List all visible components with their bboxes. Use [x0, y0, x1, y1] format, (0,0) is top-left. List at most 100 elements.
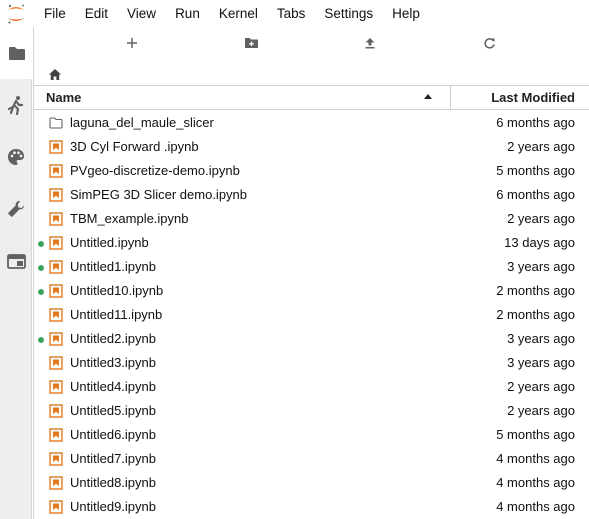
notebook-icon	[49, 188, 63, 202]
file-last-modified: 5 months ago	[496, 427, 575, 442]
listing-header: Name Last Modified	[34, 86, 589, 110]
file-name: Untitled9.ipynb	[70, 499, 156, 514]
file-last-modified: 2 years ago	[507, 211, 575, 226]
home-icon[interactable]	[48, 68, 62, 81]
notebook-icon	[49, 500, 63, 514]
file-row[interactable]: Untitled2.ipynb 3 years ago	[34, 327, 589, 351]
menu-edit[interactable]: Edit	[85, 6, 108, 21]
new-launcher-button[interactable]	[120, 34, 144, 52]
file-list: laguna_del_maule_slicer 6 months ago 3D Cy…	[34, 111, 589, 519]
file-name: Untitled4.ipynb	[70, 379, 156, 394]
wrench-icon	[8, 201, 24, 217]
menu-view[interactable]: View	[127, 6, 156, 21]
refresh-button[interactable]	[477, 34, 501, 52]
file-row[interactable]: Untitled7.ipynb 4 months ago	[34, 447, 589, 471]
tabs-icon	[6, 253, 26, 269]
running-indicator-icon	[38, 337, 44, 343]
new-launcher-icon	[127, 38, 137, 48]
folder-icon	[49, 117, 63, 129]
file-name: Untitled2.ipynb	[70, 331, 156, 346]
notebook-icon	[49, 140, 63, 154]
file-name: Untitled8.ipynb	[70, 475, 156, 490]
notebook-icon	[49, 428, 63, 442]
menu-tabs[interactable]: Tabs	[277, 6, 306, 21]
file-row[interactable]: 3D Cyl Forward .ipynb 2 years ago	[34, 135, 589, 159]
file-row[interactable]: laguna_del_maule_slicer 6 months ago	[34, 111, 589, 135]
notebook-icon	[49, 284, 63, 298]
file-row[interactable]: Untitled4.ipynb 2 years ago	[34, 375, 589, 399]
notebook-icon	[49, 236, 63, 250]
file-row[interactable]: TBM_example.ipynb 2 years ago	[34, 207, 589, 231]
last-modified-column-header[interactable]: Last Modified	[491, 90, 575, 105]
running-sessions-tab[interactable]	[0, 79, 32, 131]
file-row[interactable]: PVgeo-discretize-demo.ipynb 5 months ago	[34, 159, 589, 183]
file-last-modified: 3 years ago	[507, 259, 575, 274]
notebook-icon	[49, 332, 63, 346]
file-last-modified: 3 years ago	[507, 331, 575, 346]
file-row[interactable]: Untitled6.ipynb 5 months ago	[34, 423, 589, 447]
file-name: Untitled3.ipynb	[70, 355, 156, 370]
file-last-modified: 2 years ago	[507, 403, 575, 418]
file-browser-panel: Name Last Modified laguna_del_maule_slic…	[33, 27, 589, 519]
file-name: Untitled5.ipynb	[70, 403, 156, 418]
running-indicator-icon	[38, 289, 44, 295]
upload-icon	[365, 38, 375, 49]
jupyter-logo-icon[interactable]	[6, 3, 26, 25]
file-row[interactable]: Untitled.ipynb 13 days ago	[34, 231, 589, 255]
notebook-icon	[49, 452, 63, 466]
file-listing: Name Last Modified laguna_del_maule_slic…	[34, 85, 589, 519]
file-row[interactable]: Untitled3.ipynb 3 years ago	[34, 351, 589, 375]
file-row[interactable]: Untitled10.ipynb 2 months ago	[34, 279, 589, 303]
file-row[interactable]: Untitled11.ipynb 2 months ago	[34, 303, 589, 327]
menu-settings[interactable]: Settings	[324, 6, 373, 21]
file-name: Untitled7.ipynb	[70, 451, 156, 466]
open-tabs-tab[interactable]	[0, 235, 32, 287]
extensions-tab[interactable]	[0, 183, 32, 235]
file-last-modified: 3 years ago	[507, 355, 575, 370]
breadcrumb	[48, 65, 62, 83]
file-name: laguna_del_maule_slicer	[70, 115, 214, 130]
name-column-header[interactable]: Name	[46, 90, 81, 105]
file-last-modified: 13 days ago	[504, 235, 575, 250]
file-last-modified: 4 months ago	[496, 499, 575, 514]
file-row[interactable]: Untitled8.ipynb 4 months ago	[34, 471, 589, 495]
new-folder-icon	[244, 38, 258, 48]
file-browser-toolbar	[34, 27, 589, 59]
file-last-modified: 4 months ago	[496, 475, 575, 490]
file-name: Untitled6.ipynb	[70, 427, 156, 442]
file-row[interactable]: Untitled1.ipynb 3 years ago	[34, 255, 589, 279]
notebook-icon	[49, 380, 63, 394]
file-name: Untitled.ipynb	[70, 235, 149, 250]
upload-button[interactable]	[358, 34, 382, 52]
menu-kernel[interactable]: Kernel	[219, 6, 258, 21]
file-name: Untitled1.ipynb	[70, 259, 156, 274]
menu-help[interactable]: Help	[392, 6, 420, 21]
notebook-icon	[49, 308, 63, 322]
file-row[interactable]: SimPEG 3D Slicer demo.ipynb 6 months ago	[34, 183, 589, 207]
file-row[interactable]: Untitled9.ipynb 4 months ago	[34, 495, 589, 519]
notebook-icon	[49, 260, 63, 274]
notebook-icon	[49, 404, 63, 418]
file-browser-tab[interactable]	[0, 27, 33, 79]
file-name: TBM_example.ipynb	[70, 211, 189, 226]
column-divider[interactable]	[450, 86, 451, 110]
file-name: SimPEG 3D Slicer demo.ipynb	[70, 187, 248, 202]
left-sidebar	[0, 27, 33, 519]
property-inspector-tab[interactable]	[0, 131, 32, 183]
new-folder-button[interactable]	[239, 34, 263, 52]
file-last-modified: 2 months ago	[496, 283, 575, 298]
file-row[interactable]: Untitled5.ipynb 2 years ago	[34, 399, 589, 423]
refresh-icon	[483, 37, 495, 49]
menu-run[interactable]: Run	[175, 6, 200, 21]
notebook-icon	[49, 164, 63, 178]
menu-bar: File Edit View Run Kernel Tabs Settings Help	[0, 0, 589, 27]
notebook-icon	[49, 356, 63, 370]
folder-icon	[8, 46, 25, 60]
file-name: Untitled10.ipynb	[70, 283, 164, 298]
palette-icon	[8, 149, 24, 165]
menu-file[interactable]: File	[44, 6, 66, 21]
file-last-modified: 2 months ago	[496, 307, 575, 322]
file-last-modified: 2 years ago	[507, 379, 575, 394]
sort-ascending-icon	[424, 94, 432, 99]
file-name: PVgeo-discretize-demo.ipynb	[70, 163, 240, 178]
